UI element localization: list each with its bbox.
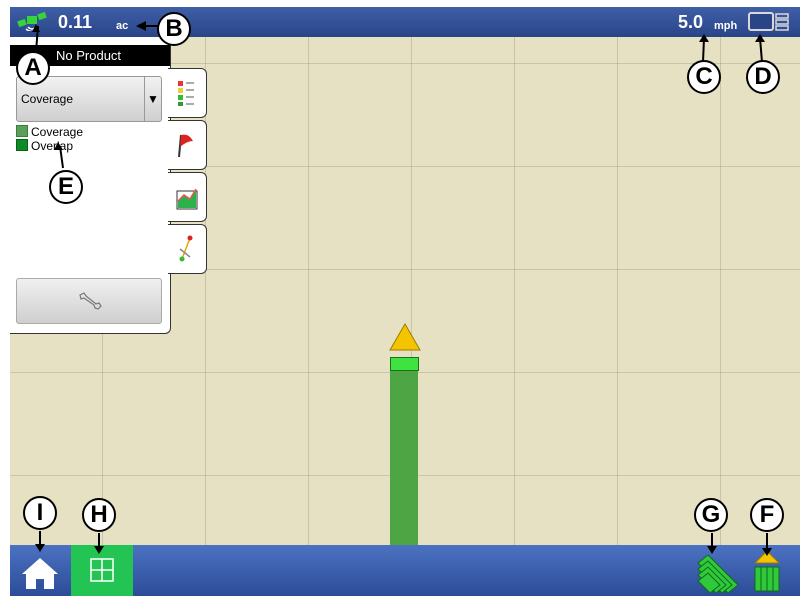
callout-h: H xyxy=(82,498,116,532)
run-screen: 0.11 ac 5.0 mph No Product Coverage ▼ Co… xyxy=(10,7,800,596)
implement-icon[interactable] xyxy=(752,549,782,593)
dropdown-value: Coverage xyxy=(21,92,74,106)
guidance-line-icon xyxy=(179,235,193,262)
legend-label: Coverage xyxy=(31,125,84,139)
speed-unit: mph xyxy=(714,20,738,32)
legend: Coverage Overlap xyxy=(16,125,83,153)
area-value[interactable]: 0.11 xyxy=(58,12,92,33)
area-unit: ac xyxy=(116,20,129,32)
callout-b: B xyxy=(157,12,191,46)
callout-i: I xyxy=(23,496,57,530)
legend-label: Overlap xyxy=(31,139,74,153)
flag-icon xyxy=(178,134,193,158)
display-toggle-icon[interactable] xyxy=(747,11,791,33)
settings-button[interactable] xyxy=(16,278,162,324)
callout-g: G xyxy=(694,498,728,532)
callout-e: E xyxy=(49,170,83,204)
map-view-icon xyxy=(90,558,114,582)
legend-list-icon xyxy=(178,81,194,106)
tab-flags[interactable] xyxy=(168,120,207,170)
callout-f: F xyxy=(750,498,784,532)
yield-chart-icon xyxy=(176,188,198,210)
tab-summary[interactable] xyxy=(168,172,207,222)
legend-item-overlap: Overlap xyxy=(16,139,83,153)
coverage-swatch xyxy=(16,125,28,137)
top-status-bar: 0.11 ac 5.0 mph xyxy=(10,7,800,37)
product-label: No Product xyxy=(56,48,122,63)
implement-bar xyxy=(390,357,419,371)
tab-guidance[interactable] xyxy=(168,224,207,274)
callout-a: A xyxy=(16,51,50,85)
map-view-button[interactable] xyxy=(71,545,133,596)
callout-c: C xyxy=(687,60,721,94)
bottom-nav-bar xyxy=(10,545,800,596)
legend-item-coverage: Coverage xyxy=(16,125,83,139)
gps-antenna-icon[interactable] xyxy=(16,11,48,31)
home-icon[interactable] xyxy=(20,555,60,591)
vehicle-icon xyxy=(389,323,421,351)
overlap-swatch xyxy=(16,139,28,151)
dropdown-arrow-icon: ▼ xyxy=(144,77,161,121)
coverage-strip xyxy=(390,370,418,567)
callout-d: D xyxy=(746,60,780,94)
guidance-passes-icon[interactable] xyxy=(696,549,740,593)
wrench-icon xyxy=(79,292,102,310)
tab-legend[interactable] xyxy=(168,68,207,118)
speed-value: 5.0 xyxy=(678,12,704,32)
